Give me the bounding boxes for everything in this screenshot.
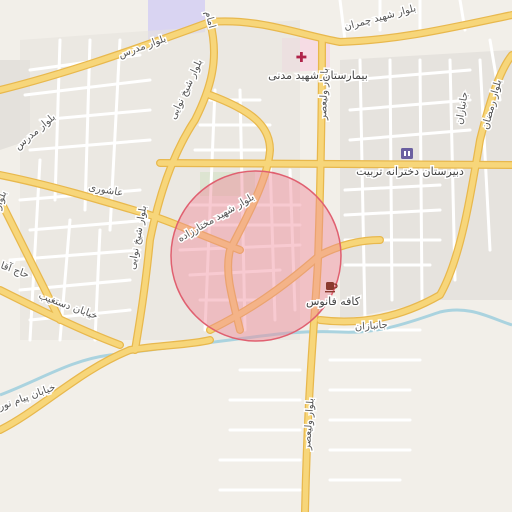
hospital-label: بیمارستان شهید مدنی xyxy=(268,69,368,82)
map-canvas[interactable]: بلوار مدرس بلوار مدرس بلوار شیخ نوایی بل… xyxy=(0,0,512,512)
radius-circle xyxy=(170,170,342,342)
school-icon xyxy=(401,148,413,159)
school-label: دبیرستان دخترانه تربیت xyxy=(356,165,464,178)
label-janbazan-s: جانبازان xyxy=(354,320,388,333)
map-view[interactable]: بلوار مدرس بلوار مدرس بلوار شیخ نوایی بل… xyxy=(0,0,512,512)
cafe-label: کافه فانوس xyxy=(306,295,361,308)
